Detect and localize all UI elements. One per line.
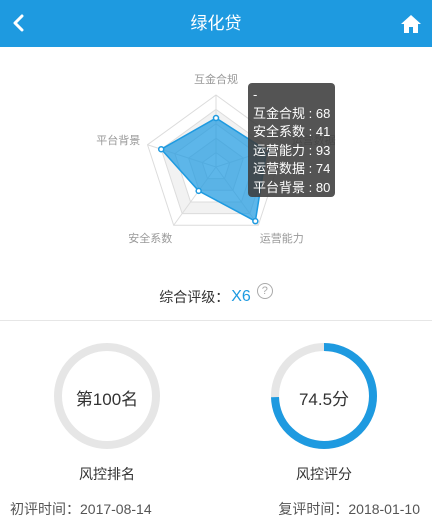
radar-axis-label: 互金合规	[194, 72, 238, 86]
section-divider	[0, 320, 432, 321]
tooltip-row: 互金合规 : 68	[253, 105, 331, 121]
radar-tooltip: - 互金合规 : 68 安全系数 : 41 运营能力 : 93 运营数据 : 7…	[248, 83, 335, 197]
home-button[interactable]	[398, 10, 424, 38]
radar-chart-section: 互金合规运营数据运营能力安全系数平台背景 - 互金合规 : 68 安全系数 : …	[0, 47, 432, 320]
radar-chart: 互金合规运营数据运营能力安全系数平台背景	[96, 72, 335, 245]
risk-rank-label: 风控排名	[79, 466, 135, 482]
radar-data-point[interactable]	[157, 145, 165, 153]
composite-grade: 综合评级： X6 ?	[0, 283, 432, 310]
review-dates: 初评时间：2017-08-14 复评时间：2018-01-10	[0, 499, 432, 523]
tooltip-row: 平台背景 : 80	[253, 179, 331, 195]
risk-score-value: 74.5分	[298, 390, 350, 409]
radar-axis-label: 运营能力	[260, 231, 304, 245]
radar-axis-label: 安全系数	[128, 231, 172, 245]
question-icon[interactable]: ?	[256, 283, 273, 299]
radar-data-point[interactable]	[252, 217, 259, 225]
re-review-date: 复评时间：2018-01-10	[278, 501, 420, 517]
grade-label: 综合评级：	[159, 289, 230, 305]
home-icon	[401, 15, 421, 33]
radar-data-point[interactable]	[212, 114, 220, 122]
radar-axis-label: 平台背景	[96, 133, 140, 147]
risk-score-label: 风控评分	[296, 466, 352, 482]
tooltip-row: 安全系数 : 41	[253, 124, 331, 139]
radar-data-point[interactable]	[195, 187, 202, 195]
tooltip-title: -	[253, 87, 258, 102]
risk-rank-value: 第100名	[75, 390, 139, 409]
tooltip-row: 运营能力 : 93	[253, 142, 331, 158]
top-nav-bar: 绿化贷	[0, 0, 432, 47]
grade-value: X6	[231, 288, 251, 305]
tooltip-row: 运营数据 : 74	[253, 161, 331, 176]
initial-review-date: 初评时间：2017-08-14	[10, 501, 152, 517]
page-title: 绿化贷	[190, 14, 242, 33]
